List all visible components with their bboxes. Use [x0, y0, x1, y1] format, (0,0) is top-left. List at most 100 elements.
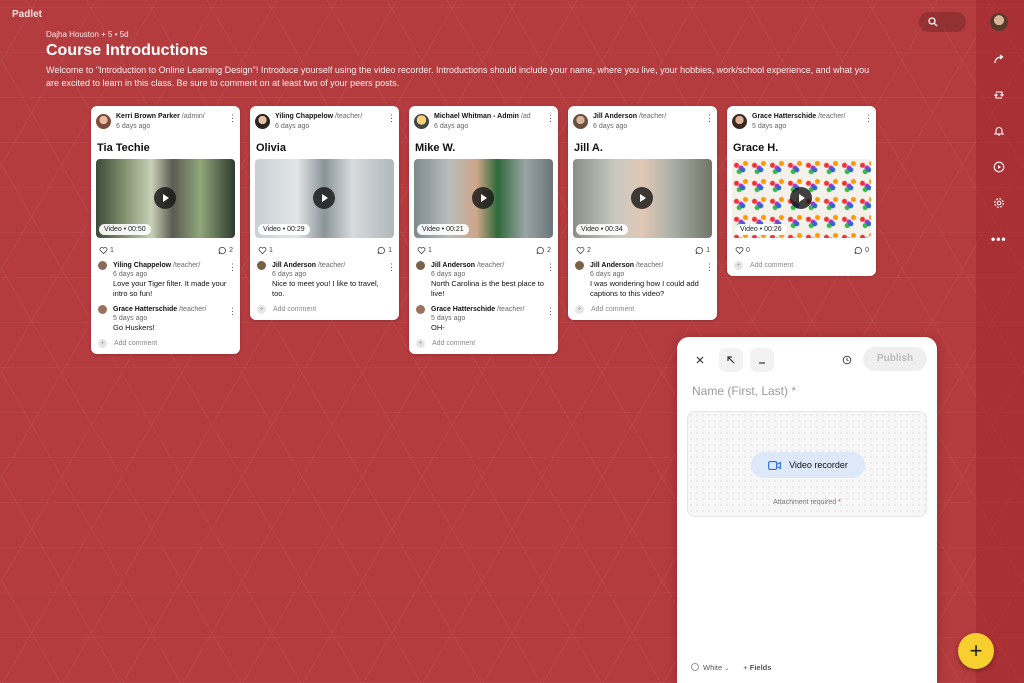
- publish-button[interactable]: Publish: [863, 347, 927, 371]
- post-card[interactable]: Yiling Chappelow /teacher/6 days ago ⋮ O…: [250, 106, 399, 320]
- add-comment[interactable]: + Add comment: [575, 305, 712, 314]
- avatar: [416, 305, 425, 314]
- comment-text: North Carolina is the best place to live…: [431, 279, 544, 298]
- fields-button[interactable]: + Fields: [743, 663, 771, 672]
- video-duration: 00:29: [287, 226, 305, 233]
- padlet-logo[interactable]: Padlet: [12, 9, 42, 20]
- play-icon[interactable]: [154, 187, 176, 209]
- post-role: /teacher/: [335, 113, 363, 120]
- comment-time: 6 days ago: [272, 271, 307, 278]
- name-field[interactable]: Name (First, Last) *: [692, 384, 796, 398]
- color-picker[interactable]: White ⌄: [691, 663, 729, 672]
- comment-button[interactable]: 0: [854, 246, 869, 255]
- like-button[interactable]: 1: [99, 246, 114, 255]
- video-thumbnail[interactable]: Video • 00:29: [255, 159, 394, 238]
- comment-text: Nice to meet you! I like to travel, too.: [272, 279, 379, 298]
- like-button[interactable]: 1: [258, 246, 273, 255]
- video-thumbnail[interactable]: Video • 00:26: [732, 159, 871, 238]
- search-button[interactable]: [919, 12, 966, 32]
- comment: Yiling Chappelow /teacher/6 days ago ⋮ L…: [96, 261, 237, 299]
- board-description: Welcome to "Introduction to Online Learn…: [46, 65, 870, 88]
- comment-time: 5 days ago: [431, 315, 466, 322]
- like-button[interactable]: 0: [735, 246, 750, 255]
- schedule-button[interactable]: [835, 348, 859, 372]
- add-comment[interactable]: + Add comment: [416, 339, 553, 348]
- notifications-button[interactable]: [988, 120, 1010, 142]
- post-role: /teacher/: [818, 113, 846, 120]
- comment-role: /teacher/: [497, 306, 525, 313]
- avatar: [575, 261, 584, 270]
- comment-count: 1: [388, 247, 392, 254]
- comment-time: 6 days ago: [113, 271, 148, 278]
- post-card[interactable]: Grace Hatterschide /teacher/5 days ago ⋮…: [727, 106, 876, 276]
- like-button[interactable]: 1: [417, 246, 432, 255]
- video-recorder-button[interactable]: Video recorder: [751, 452, 865, 478]
- heart-icon: [576, 247, 585, 255]
- user-avatar[interactable]: [990, 13, 1008, 31]
- add-comment[interactable]: + Add comment: [257, 305, 394, 314]
- post-menu-icon[interactable]: ⋮: [387, 114, 396, 123]
- play-icon[interactable]: [790, 187, 812, 209]
- slideshow-button[interactable]: [988, 156, 1010, 178]
- like-count: 1: [110, 247, 114, 254]
- avatar: [96, 114, 111, 129]
- comment-icon: [854, 246, 862, 255]
- minimize-button[interactable]: [750, 348, 774, 372]
- board-author: Dajha Houston + 5 • 5d: [46, 30, 129, 39]
- post-menu-icon[interactable]: ⋮: [864, 114, 873, 123]
- comment: Jill Anderson /teacher/6 days ago ⋮ Nice…: [255, 261, 396, 299]
- more-icon[interactable]: •••: [991, 232, 1007, 246]
- comment: Grace Hatterschide /teacher/5 days ago ⋮…: [96, 305, 237, 333]
- remake-button[interactable]: [988, 84, 1010, 106]
- like-count: 1: [428, 247, 432, 254]
- comment-author: Jill Anderson: [431, 262, 476, 269]
- comment-button[interactable]: 1: [377, 246, 392, 255]
- settings-button[interactable]: [988, 192, 1010, 214]
- video-thumbnail[interactable]: Video • 00:34: [573, 159, 712, 238]
- post-card[interactable]: Michael Whitman - Admin /ad 6 days ago ⋮ …: [409, 106, 558, 354]
- comment-button[interactable]: 2: [218, 246, 233, 255]
- close-button[interactable]: [688, 348, 712, 372]
- comment-menu-icon[interactable]: ⋮: [546, 307, 555, 316]
- comment-button[interactable]: 1: [695, 246, 710, 255]
- video-duration: 00:21: [446, 226, 464, 233]
- post-card[interactable]: Jill Anderson /teacher/6 days ago ⋮ Jill…: [568, 106, 717, 320]
- post-menu-icon[interactable]: ⋮: [546, 114, 555, 123]
- avatar: [416, 261, 425, 270]
- comment-menu-icon[interactable]: ⋮: [546, 263, 555, 272]
- comment: Grace Hatterschide /teacher/5 days ago ⋮…: [414, 305, 555, 333]
- comment-author: Jill Anderson: [590, 262, 635, 269]
- video-thumbnail[interactable]: Video • 00:50: [96, 159, 235, 238]
- video-duration: 00:50: [128, 226, 146, 233]
- comment-count: 0: [865, 247, 869, 254]
- like-count: 0: [746, 247, 750, 254]
- video-label: Video: [263, 226, 281, 233]
- plus-icon: +: [257, 305, 266, 314]
- add-comment[interactable]: + Add comment: [734, 261, 871, 270]
- comment-menu-icon[interactable]: ⋮: [228, 263, 237, 272]
- like-button[interactable]: 2: [576, 246, 591, 255]
- comment-menu-icon[interactable]: ⋮: [705, 263, 714, 272]
- avatar: [573, 114, 588, 129]
- clock-icon: [842, 355, 852, 365]
- expand-button[interactable]: [719, 348, 743, 372]
- minimize-icon: [759, 362, 765, 364]
- add-comment[interactable]: + Add comment: [98, 339, 235, 348]
- comment-menu-icon[interactable]: ⋮: [387, 263, 396, 272]
- comment-author: Grace Hatterschide: [113, 306, 178, 313]
- post-menu-icon[interactable]: ⋮: [228, 114, 237, 123]
- heart-icon: [99, 247, 108, 255]
- share-button[interactable]: [988, 48, 1010, 70]
- post-menu-icon[interactable]: ⋮: [705, 114, 714, 123]
- post-card[interactable]: Kerri Brown Parker /admin/6 days ago ⋮ T…: [91, 106, 240, 354]
- comment-menu-icon[interactable]: ⋮: [228, 307, 237, 316]
- play-icon[interactable]: [472, 187, 494, 209]
- play-icon[interactable]: [313, 187, 335, 209]
- video-thumbnail[interactable]: Video • 00:21: [414, 159, 553, 238]
- play-icon[interactable]: [631, 187, 653, 209]
- comment-button[interactable]: 2: [536, 246, 551, 255]
- add-post-button[interactable]: +: [958, 633, 994, 669]
- expand-icon: [727, 356, 735, 364]
- plus-icon: +: [98, 339, 107, 348]
- attachment-area[interactable]: Video recorder Attachment required *: [687, 411, 927, 517]
